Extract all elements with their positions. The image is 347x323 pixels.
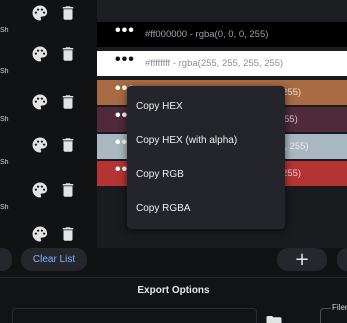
trash-icon[interactable] xyxy=(59,45,77,63)
scroll-left-button[interactable] xyxy=(0,248,12,271)
color-swatch-row[interactable]: ••• #ff000000 - rgba(0, 0, 0, 255) xyxy=(97,22,347,47)
list-actions: Clear List xyxy=(0,248,95,273)
list-item[interactable]: Sh xyxy=(0,181,95,221)
list-item-label: Sh xyxy=(0,159,9,166)
export-options-title: Export Options xyxy=(137,285,210,296)
more-options-icon[interactable]: ••• xyxy=(115,52,135,68)
menu-item-copy-rgb[interactable]: Copy RGB xyxy=(127,158,285,192)
trash-icon[interactable] xyxy=(59,93,77,111)
more-options-icon[interactable]: ••• xyxy=(115,23,135,39)
list-item-label: Sh xyxy=(0,27,9,34)
palette-icon[interactable] xyxy=(31,225,49,243)
menu-item-copy-hex-alpha[interactable]: Copy HEX (with alpha) xyxy=(127,124,285,158)
folder-icon[interactable] xyxy=(266,316,282,323)
scroll-right-button[interactable] xyxy=(337,248,347,271)
color-value-text: #ff000000 - rgba(0, 0, 0, 255) xyxy=(145,29,269,40)
clear-list-button[interactable]: Clear List xyxy=(21,248,87,271)
color-swatch-row[interactable]: ••• #ffffffff - rgba(255, 255, 255, 255) xyxy=(97,51,347,76)
trash-icon[interactable] xyxy=(59,181,77,199)
palette-icon[interactable] xyxy=(31,136,49,154)
app-root: Sh Sh Sh Sh Sh Clear List ••• #ff000000 … xyxy=(0,0,347,323)
color-value-text: 55) xyxy=(284,114,298,125)
menu-item-copy-hex[interactable]: Copy HEX xyxy=(127,90,285,124)
list-item[interactable]: Sh xyxy=(0,4,95,44)
swatch-actions: + xyxy=(97,248,347,273)
filename-label: Filen xyxy=(331,303,347,312)
list-item[interactable]: Sh xyxy=(0,136,95,176)
trash-icon[interactable] xyxy=(59,225,77,243)
list-item-label: Sh xyxy=(0,204,9,211)
list-item-label: Sh xyxy=(0,68,9,75)
add-color-button[interactable]: + xyxy=(277,248,327,271)
trash-icon[interactable] xyxy=(59,4,77,22)
export-format-box[interactable] xyxy=(12,308,257,323)
copy-context-menu: Copy HEX Copy HEX (with alpha) Copy RGB … xyxy=(127,86,285,229)
list-item-label: Sh xyxy=(0,116,9,123)
panel-header xyxy=(97,0,347,20)
list-item[interactable]: Sh xyxy=(0,45,95,85)
palette-icon[interactable] xyxy=(31,93,49,111)
list-item[interactable]: Sh xyxy=(0,93,95,133)
palette-icon[interactable] xyxy=(31,4,49,22)
palette-icon[interactable] xyxy=(31,181,49,199)
palette-icon[interactable] xyxy=(31,45,49,63)
color-value-text: #ffffffff - rgba(255, 255, 255, 255) xyxy=(145,58,284,69)
saved-colors-list: Sh Sh Sh Sh Sh xyxy=(0,0,95,248)
menu-item-copy-rgba[interactable]: Copy RGBA xyxy=(127,192,285,226)
trash-icon[interactable] xyxy=(59,136,77,154)
export-options-panel: Export Options Filen xyxy=(0,277,347,323)
